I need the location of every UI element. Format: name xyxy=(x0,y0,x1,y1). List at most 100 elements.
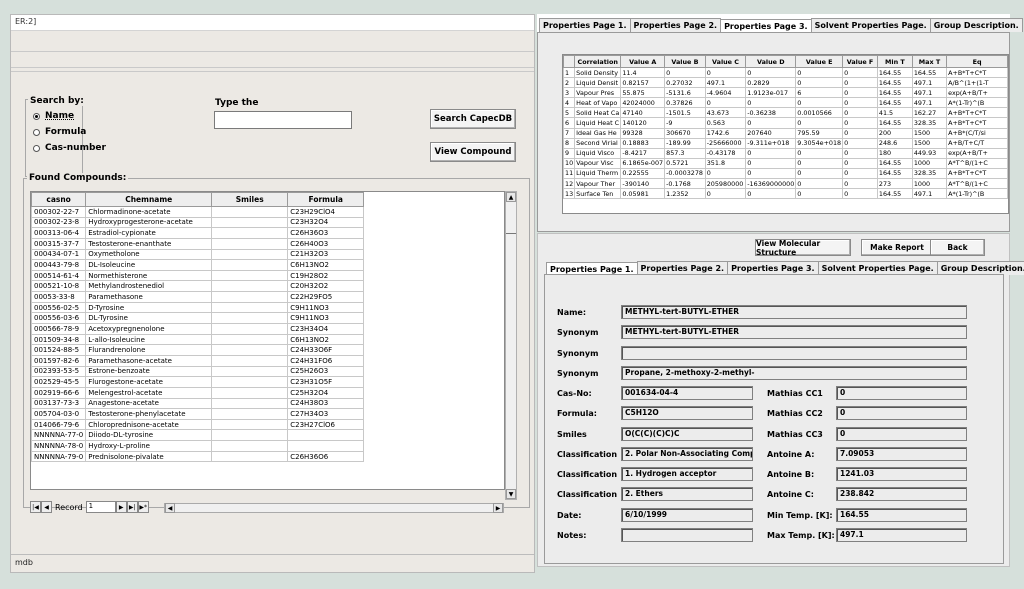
table-cell[interactable]: C22H29FO5 xyxy=(287,291,365,303)
table-cell[interactable]: 248.6 xyxy=(876,137,913,149)
column-header[interactable]: Value B xyxy=(664,55,706,68)
table-cell[interactable]: 11 xyxy=(563,167,576,180)
column-header[interactable] xyxy=(563,55,576,68)
table-cell[interactable] xyxy=(211,440,289,452)
table-cell[interactable]: 43.673 xyxy=(704,107,747,119)
table-row[interactable]: 3 Vapour Pres 55.875 -5131.6 -4.9604 1.9123e-… xyxy=(563,87,1008,99)
table-row[interactable]: 000556-03-6 DL-Tyrosine C9H11NO3 xyxy=(31,312,365,325)
table-cell[interactable]: 0 xyxy=(842,147,878,159)
last-record-icon[interactable]: ▶| xyxy=(126,501,138,513)
table-cell[interactable]: 164.55 xyxy=(876,117,913,129)
table-cell[interactable]: A+B*(C/T/si xyxy=(946,127,1008,139)
radio-button[interactable] xyxy=(33,144,40,152)
table-cell[interactable]: 5 xyxy=(563,107,576,119)
radio-button[interactable] xyxy=(33,112,40,120)
table-cell[interactable]: Acetoxypregnenolone xyxy=(85,323,213,335)
column-header[interactable]: Min T xyxy=(876,55,913,68)
table-cell[interactable]: Second Virial xyxy=(574,137,622,149)
column-header[interactable]: Correlation xyxy=(574,55,622,68)
table-cell[interactable]: Oxymetholone xyxy=(85,248,213,261)
table-cell[interactable]: 1000 xyxy=(911,157,948,169)
table-cell[interactable] xyxy=(211,248,289,261)
table-cell[interactable]: 000443-79-8 xyxy=(31,259,87,271)
table-row[interactable]: 000514-61-4 Normethisterone C19H28O2 xyxy=(31,269,365,282)
table-cell[interactable]: 1000 xyxy=(911,178,948,190)
table-cell[interactable] xyxy=(211,259,289,271)
classification-field-3[interactable]: 2. Ethers xyxy=(621,487,753,501)
table-cell[interactable]: C26H36O3 xyxy=(287,227,365,239)
table-row[interactable]: 11 Liquid Therm 0.22555 -0.0003278 0 0 0 0 164.5… xyxy=(563,167,1008,180)
table-row[interactable]: 2 Liquid Densit 0.82157 0.27032 497.1 0.2829 0… xyxy=(563,77,1008,89)
table-row[interactable]: 9 Liquid Visco -8.4217 857.3 -0.43178 0 0 0 180 4… xyxy=(563,147,1008,159)
table-cell[interactable]: 351.8 xyxy=(704,157,747,169)
table-cell[interactable]: C23H27ClO6 xyxy=(287,418,365,431)
table-cell[interactable]: exp(A+B/T+ xyxy=(946,147,1008,159)
table-cell[interactable]: 0.82157 xyxy=(620,77,666,89)
table-cell[interactable]: 164.55 xyxy=(876,188,913,200)
table-cell[interactable]: A+B*T+C*T xyxy=(946,66,1008,79)
scroll-up-icon[interactable]: ▲ xyxy=(506,192,516,202)
table-cell[interactable]: 002393-53-5 xyxy=(31,365,87,378)
table-cell[interactable]: Vapour Pres xyxy=(574,87,622,99)
table-cell[interactable]: Flurogestone-acetate xyxy=(85,376,213,388)
table-cell[interactable]: -1501.5 xyxy=(664,107,706,119)
table-cell[interactable]: DL-Tyrosine xyxy=(85,312,213,325)
radio-formula[interactable]: Formula xyxy=(33,127,86,137)
table-cell[interactable]: -390140 xyxy=(620,178,666,190)
table-cell[interactable]: 0 xyxy=(745,66,797,79)
table-cell[interactable]: 795.59 xyxy=(795,127,844,139)
table-cell[interactable]: 164.55 xyxy=(876,87,913,99)
table-row[interactable]: 7 Ideal Gas He 99328 306670 1742.6 207640 795.… xyxy=(563,127,1008,139)
table-row[interactable]: NNNNNA-77-0 Diiodo-DL-tyrosine xyxy=(31,429,365,442)
table-cell[interactable]: -0.36238 xyxy=(745,107,797,119)
mathias-cc1-field[interactable]: 0 xyxy=(836,386,967,400)
mathias-cc2-field[interactable]: 0 xyxy=(836,406,967,420)
table-cell[interactable]: 0.05981 xyxy=(620,188,666,200)
table-cell[interactable]: 0 xyxy=(704,188,747,200)
table-cell[interactable]: 002919-66-6 xyxy=(31,386,87,399)
table-cell[interactable]: 000315-37-7 xyxy=(31,237,87,250)
table-cell[interactable]: 000556-02-5 xyxy=(31,301,87,314)
table-cell[interactable]: C6H13NO2 xyxy=(287,333,365,346)
classification-field-2[interactable]: 1. Hydrogen acceptor xyxy=(621,467,753,481)
table-cell[interactable]: 55.875 xyxy=(620,87,666,99)
column-header[interactable]: Formula xyxy=(287,192,365,207)
correlations-table[interactable]: Correlation Value A Value B Value C Value DV… xyxy=(562,54,1009,214)
column-header[interactable]: Value A xyxy=(620,55,666,68)
table-cell[interactable] xyxy=(211,227,289,239)
table-cell[interactable]: Melengestrol-acetate xyxy=(85,386,213,399)
table-cell[interactable]: 9.3054e+018 xyxy=(795,137,844,149)
table-cell[interactable]: 449.93 xyxy=(911,147,948,159)
antoine-a-field[interactable]: 7.09053 xyxy=(836,447,967,461)
table-cell[interactable]: 497.1 xyxy=(911,97,948,109)
table-cell[interactable]: D-Tyrosine xyxy=(85,301,213,314)
table-cell[interactable]: Heat of Vapo xyxy=(574,97,622,109)
table-cell[interactable]: C19H28O2 xyxy=(287,269,365,282)
table-row[interactable]: 000566-78-9 Acetoxypregnenolone C23H34O4 xyxy=(31,323,365,335)
table-cell[interactable]: 12 xyxy=(563,178,576,190)
column-header[interactable]: casno xyxy=(31,192,87,207)
table-cell[interactable]: -5131.6 xyxy=(664,87,706,99)
table-cell[interactable]: 0 xyxy=(795,188,844,200)
column-header[interactable]: Value D xyxy=(745,55,797,68)
table-cell[interactable]: -25666000 xyxy=(704,137,747,149)
table-cell[interactable]: C20H32O2 xyxy=(287,280,365,293)
table-row[interactable]: 001509-34-8 L-allo-Isoleucine C6H13NO2 xyxy=(31,333,365,346)
search-input[interactable] xyxy=(214,111,352,129)
table-cell[interactable]: DL-Isoleucine xyxy=(85,259,213,271)
table-cell[interactable]: C23H34O4 xyxy=(287,323,365,335)
table-cell[interactable]: Hydroxy-L-proline xyxy=(85,440,213,452)
table-cell[interactable]: 6 xyxy=(795,87,844,99)
table-cell[interactable]: A/B^(1+(1-T xyxy=(946,77,1008,89)
table-row[interactable]: 003137-73-3 Anagestone-acetate C24H38O3 xyxy=(31,397,365,410)
table-cell[interactable]: 000521-10-8 xyxy=(31,280,87,293)
table-cell[interactable]: 3 xyxy=(563,87,576,99)
table-cell[interactable]: Estrone-benzoate xyxy=(85,365,213,378)
radio-button[interactable] xyxy=(33,128,40,136)
table-cell[interactable]: 0 xyxy=(842,66,878,79)
table-cell[interactable]: 0 xyxy=(795,157,844,169)
table-row[interactable]: 000302-22-7 Chlormadinone-acetate C23H29Cl… xyxy=(31,206,365,218)
view-compound-button[interactable]: View Compound xyxy=(430,142,516,162)
table-cell[interactable]: 4 xyxy=(563,97,576,109)
column-header[interactable]: Eq xyxy=(946,55,1008,68)
